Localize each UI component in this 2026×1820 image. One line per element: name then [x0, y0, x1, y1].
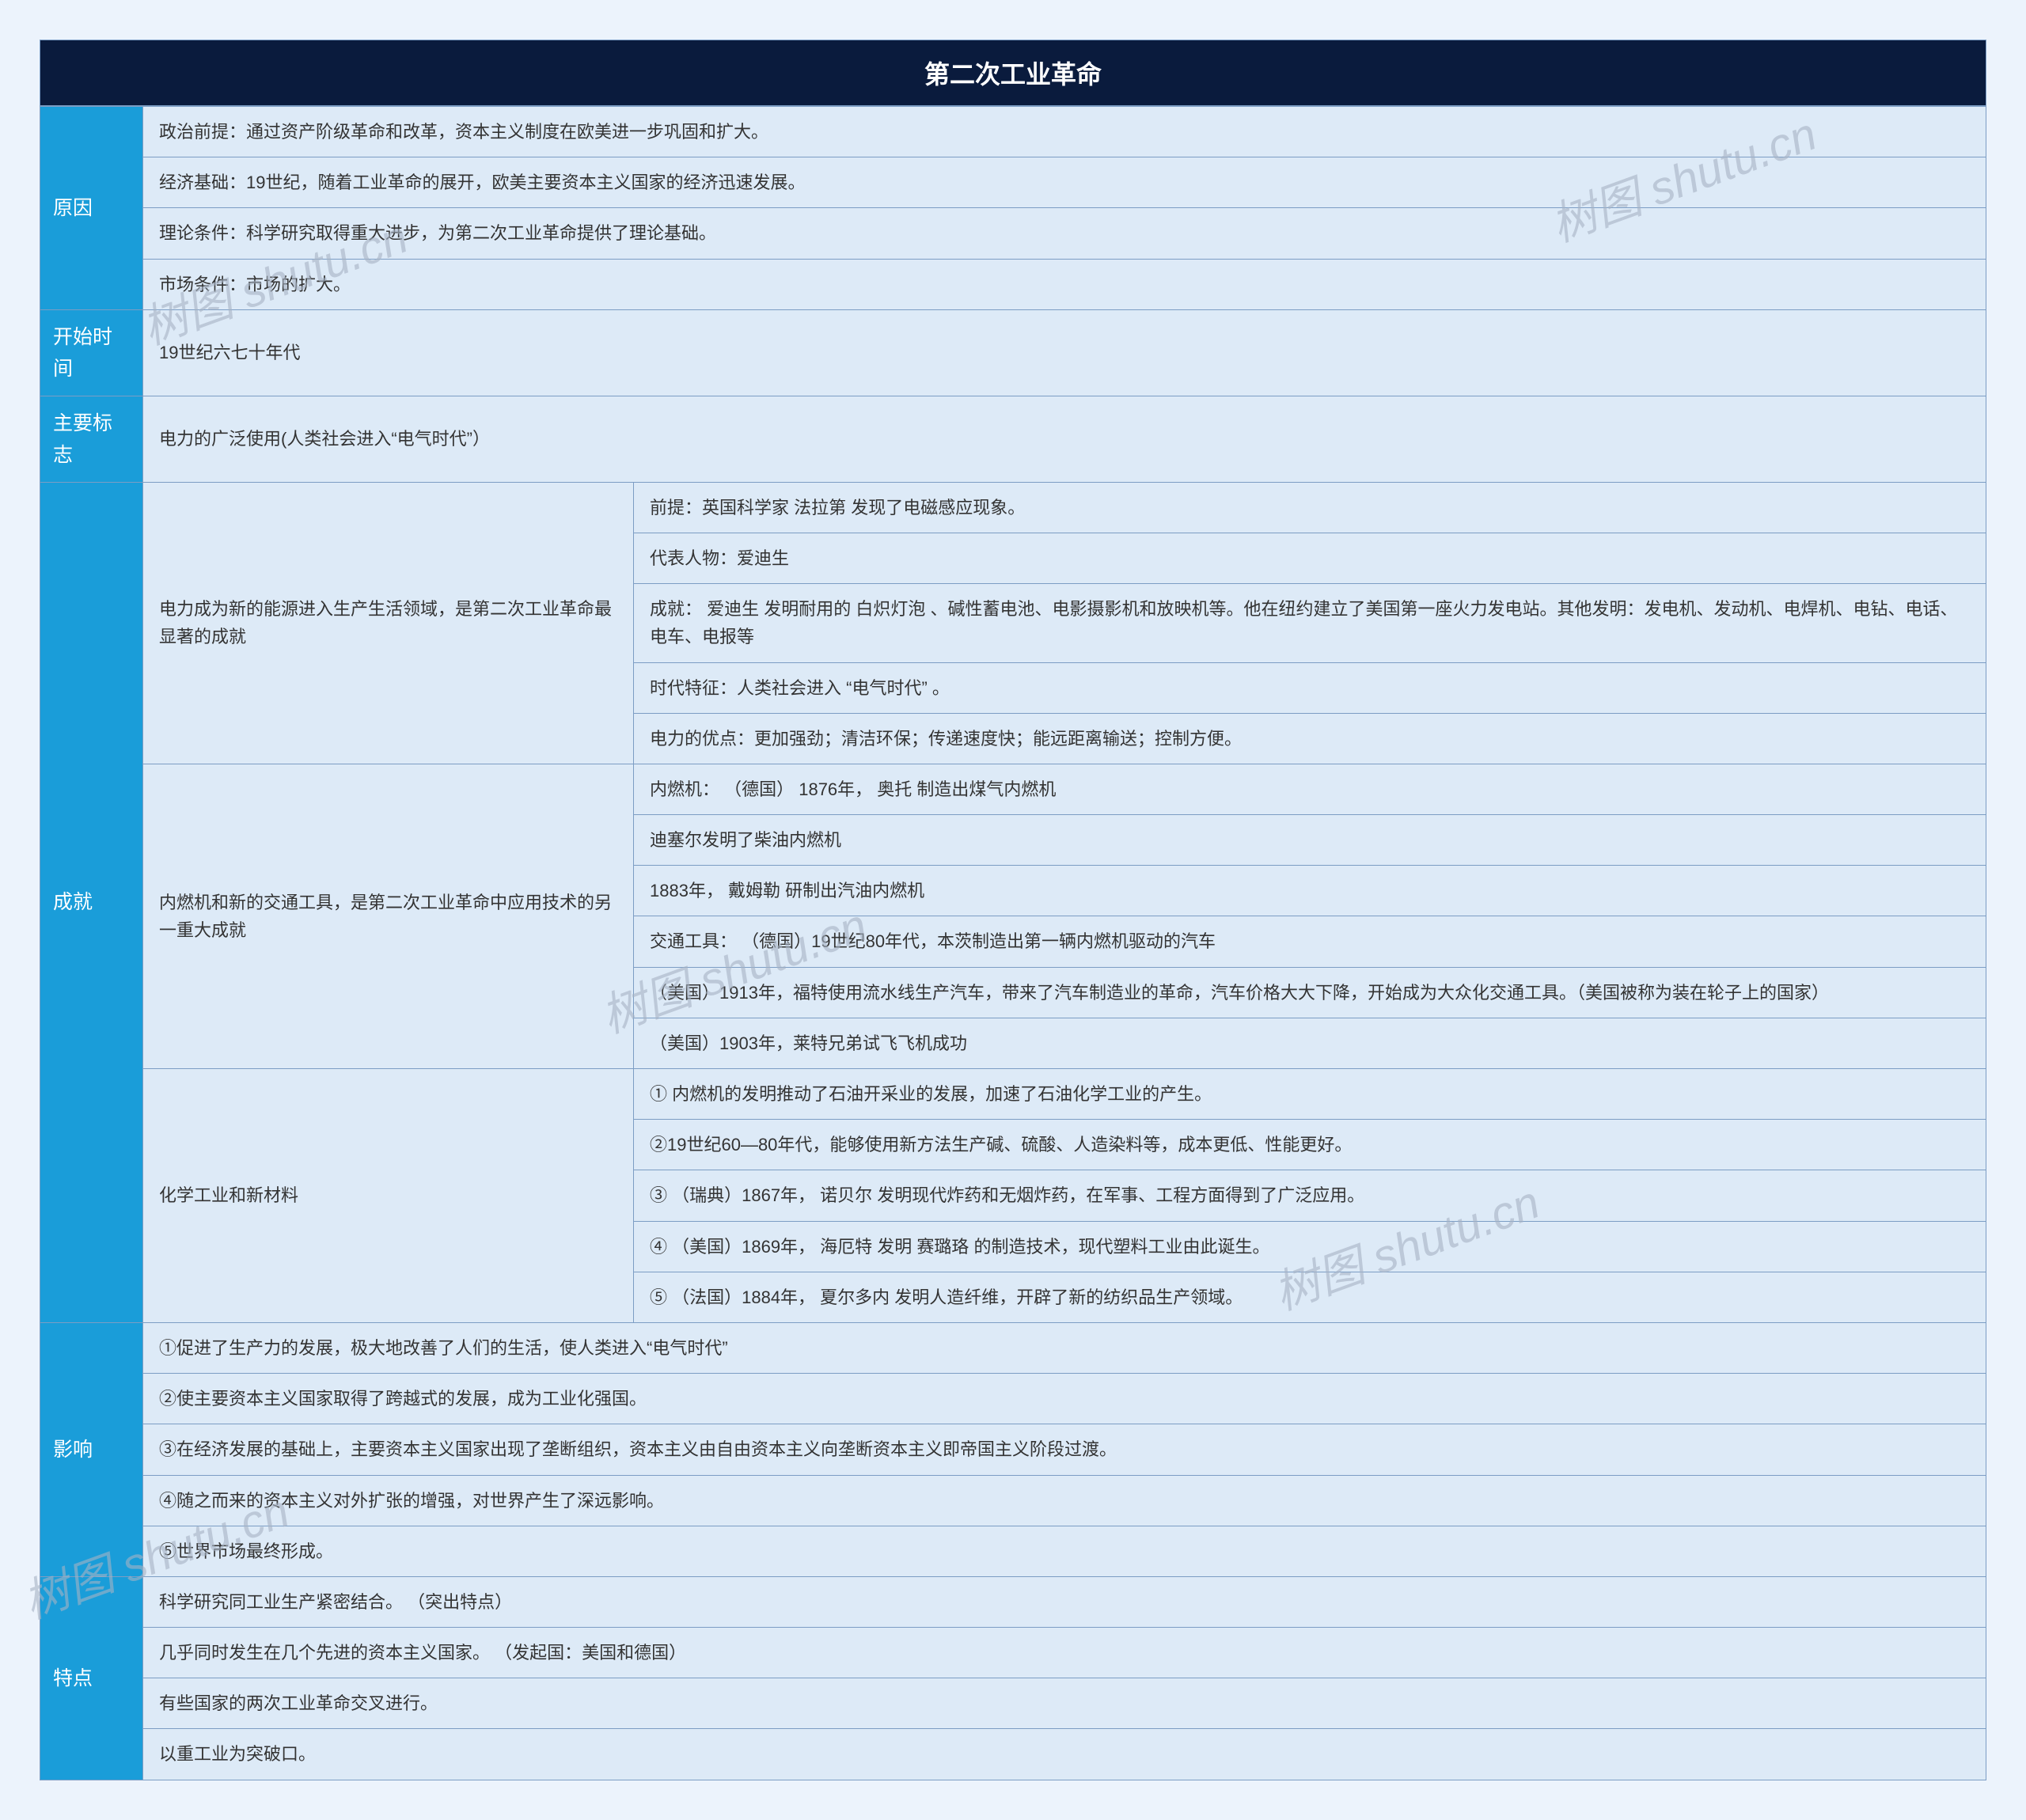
cause-item: 经济基础：19世纪，随着工业革命的展开，欧美主要资本主义国家的经济迅速发展。: [143, 157, 1986, 208]
impact-item: ③在经济发展的基础上，主要资本主义国家出现了垄断组织，资本主义由自由资本主义向垄…: [143, 1424, 1986, 1475]
cause-item: 政治前提：通过资产阶级革命和改革，资本主义制度在欧美进一步巩固和扩大。: [143, 107, 1986, 157]
label-impact: 影响: [40, 1322, 143, 1576]
feature-item: 科学研究同工业生产紧密结合。 （突出特点）: [143, 1576, 1986, 1627]
label-start: 开始时间: [40, 309, 143, 396]
feature-item: 有些国家的两次工业革命交叉进行。: [143, 1678, 1986, 1729]
diagram-table: 原因 政治前提：通过资产阶级革命和改革，资本主义制度在欧美进一步巩固和扩大。 经…: [40, 106, 1986, 1780]
cause-item: 理论条件：科学研究取得重大进步，为第二次工业革命提供了理论基础。: [143, 208, 1986, 259]
achieve-sub-1: 内燃机和新的交通工具，是第二次工业革命中应用技术的另一重大成就: [143, 764, 634, 1068]
achieve-sub-0: 电力成为新的能源进入生产生活领域，是第二次工业革命最显著的成就: [143, 482, 634, 764]
label-feature: 特点: [40, 1576, 143, 1780]
impact-item: ①促进了生产力的发展，极大地改善了人们的生活，使人类进入“电气时代”: [143, 1322, 1986, 1373]
feature-item: 几乎同时发生在几个先进的资本主义国家。 （发起国：美国和德国）: [143, 1628, 1986, 1678]
start-value: 19世纪六七十年代: [143, 309, 1986, 396]
achieve-item: 代表人物：爱迪生: [634, 533, 1986, 583]
label-achieve: 成就: [40, 482, 143, 1322]
achieve-item: 前提：英国科学家 法拉第 发现了电磁感应现象。: [634, 482, 1986, 533]
achieve-item: ②19世纪60—80年代，能够使用新方法生产碱、硫酸、人造染料等，成本更低、性能…: [634, 1120, 1986, 1170]
achieve-item: 内燃机： （德国） 1876年， 奥托 制造出煤气内燃机: [634, 764, 1986, 814]
impact-item: ②使主要资本主义国家取得了跨越式的发展，成为工业化强国。: [143, 1374, 1986, 1424]
label-cause: 原因: [40, 107, 143, 310]
impact-item: ④随之而来的资本主义对外扩张的增强，对世界产生了深远影响。: [143, 1475, 1986, 1526]
achieve-item: 迪塞尔发明了柴油内燃机: [634, 815, 1986, 866]
achieve-item: （美国）1903年，莱特兄弟试飞飞机成功: [634, 1018, 1986, 1068]
diagram-container: 第二次工业革命 原因 政治前提：通过资产阶级革命和改革，资本主义制度在欧美进一步…: [40, 40, 1986, 1780]
sign-value: 电力的广泛使用(人类社会进入“电气时代”）: [143, 396, 1986, 482]
achieve-item: （美国）1913年，福特使用流水线生产汽车，带来了汽车制造业的革命，汽车价格大大…: [634, 967, 1986, 1018]
diagram-title: 第二次工业革命: [40, 40, 1986, 106]
impact-item: ⑤世界市场最终形成。: [143, 1526, 1986, 1576]
achieve-item: ③ （瑞典）1867年， 诺贝尔 发明现代炸药和无烟炸药，在军事、工程方面得到了…: [634, 1170, 1986, 1221]
achieve-item: ④ （美国）1869年， 海厄特 发明 赛璐珞 的制造技术，现代塑料工业由此诞生…: [634, 1221, 1986, 1272]
achieve-item: 成就： 爱迪生 发明耐用的 白炽灯泡 、碱性蓄电池、电影摄影机和放映机等。他在纽…: [634, 584, 1986, 662]
achieve-item: ⑤ （法国）1884年， 夏尔多内 发明人造纤维，开辟了新的纺织品生产领域。: [634, 1272, 1986, 1322]
achieve-item: 1883年， 戴姆勒 研制出汽油内燃机: [634, 866, 1986, 916]
label-sign: 主要标志: [40, 396, 143, 482]
cause-item: 市场条件：市场的扩大。: [143, 259, 1986, 309]
achieve-item: 电力的优点：更加强劲；清洁环保；传递速度快；能远距离输送；控制方便。: [634, 713, 1986, 764]
achieve-sub-2: 化学工业和新材料: [143, 1069, 634, 1323]
feature-item: 以重工业为突破口。: [143, 1729, 1986, 1780]
achieve-item: 时代特征：人类社会进入 “电气时代” 。: [634, 662, 1986, 713]
achieve-item: ① 内燃机的发明推动了石油开采业的发展，加速了石油化学工业的产生。: [634, 1069, 1986, 1120]
achieve-item: 交通工具： （德国）19世纪80年代，本茨制造出第一辆内燃机驱动的汽车: [634, 916, 1986, 967]
